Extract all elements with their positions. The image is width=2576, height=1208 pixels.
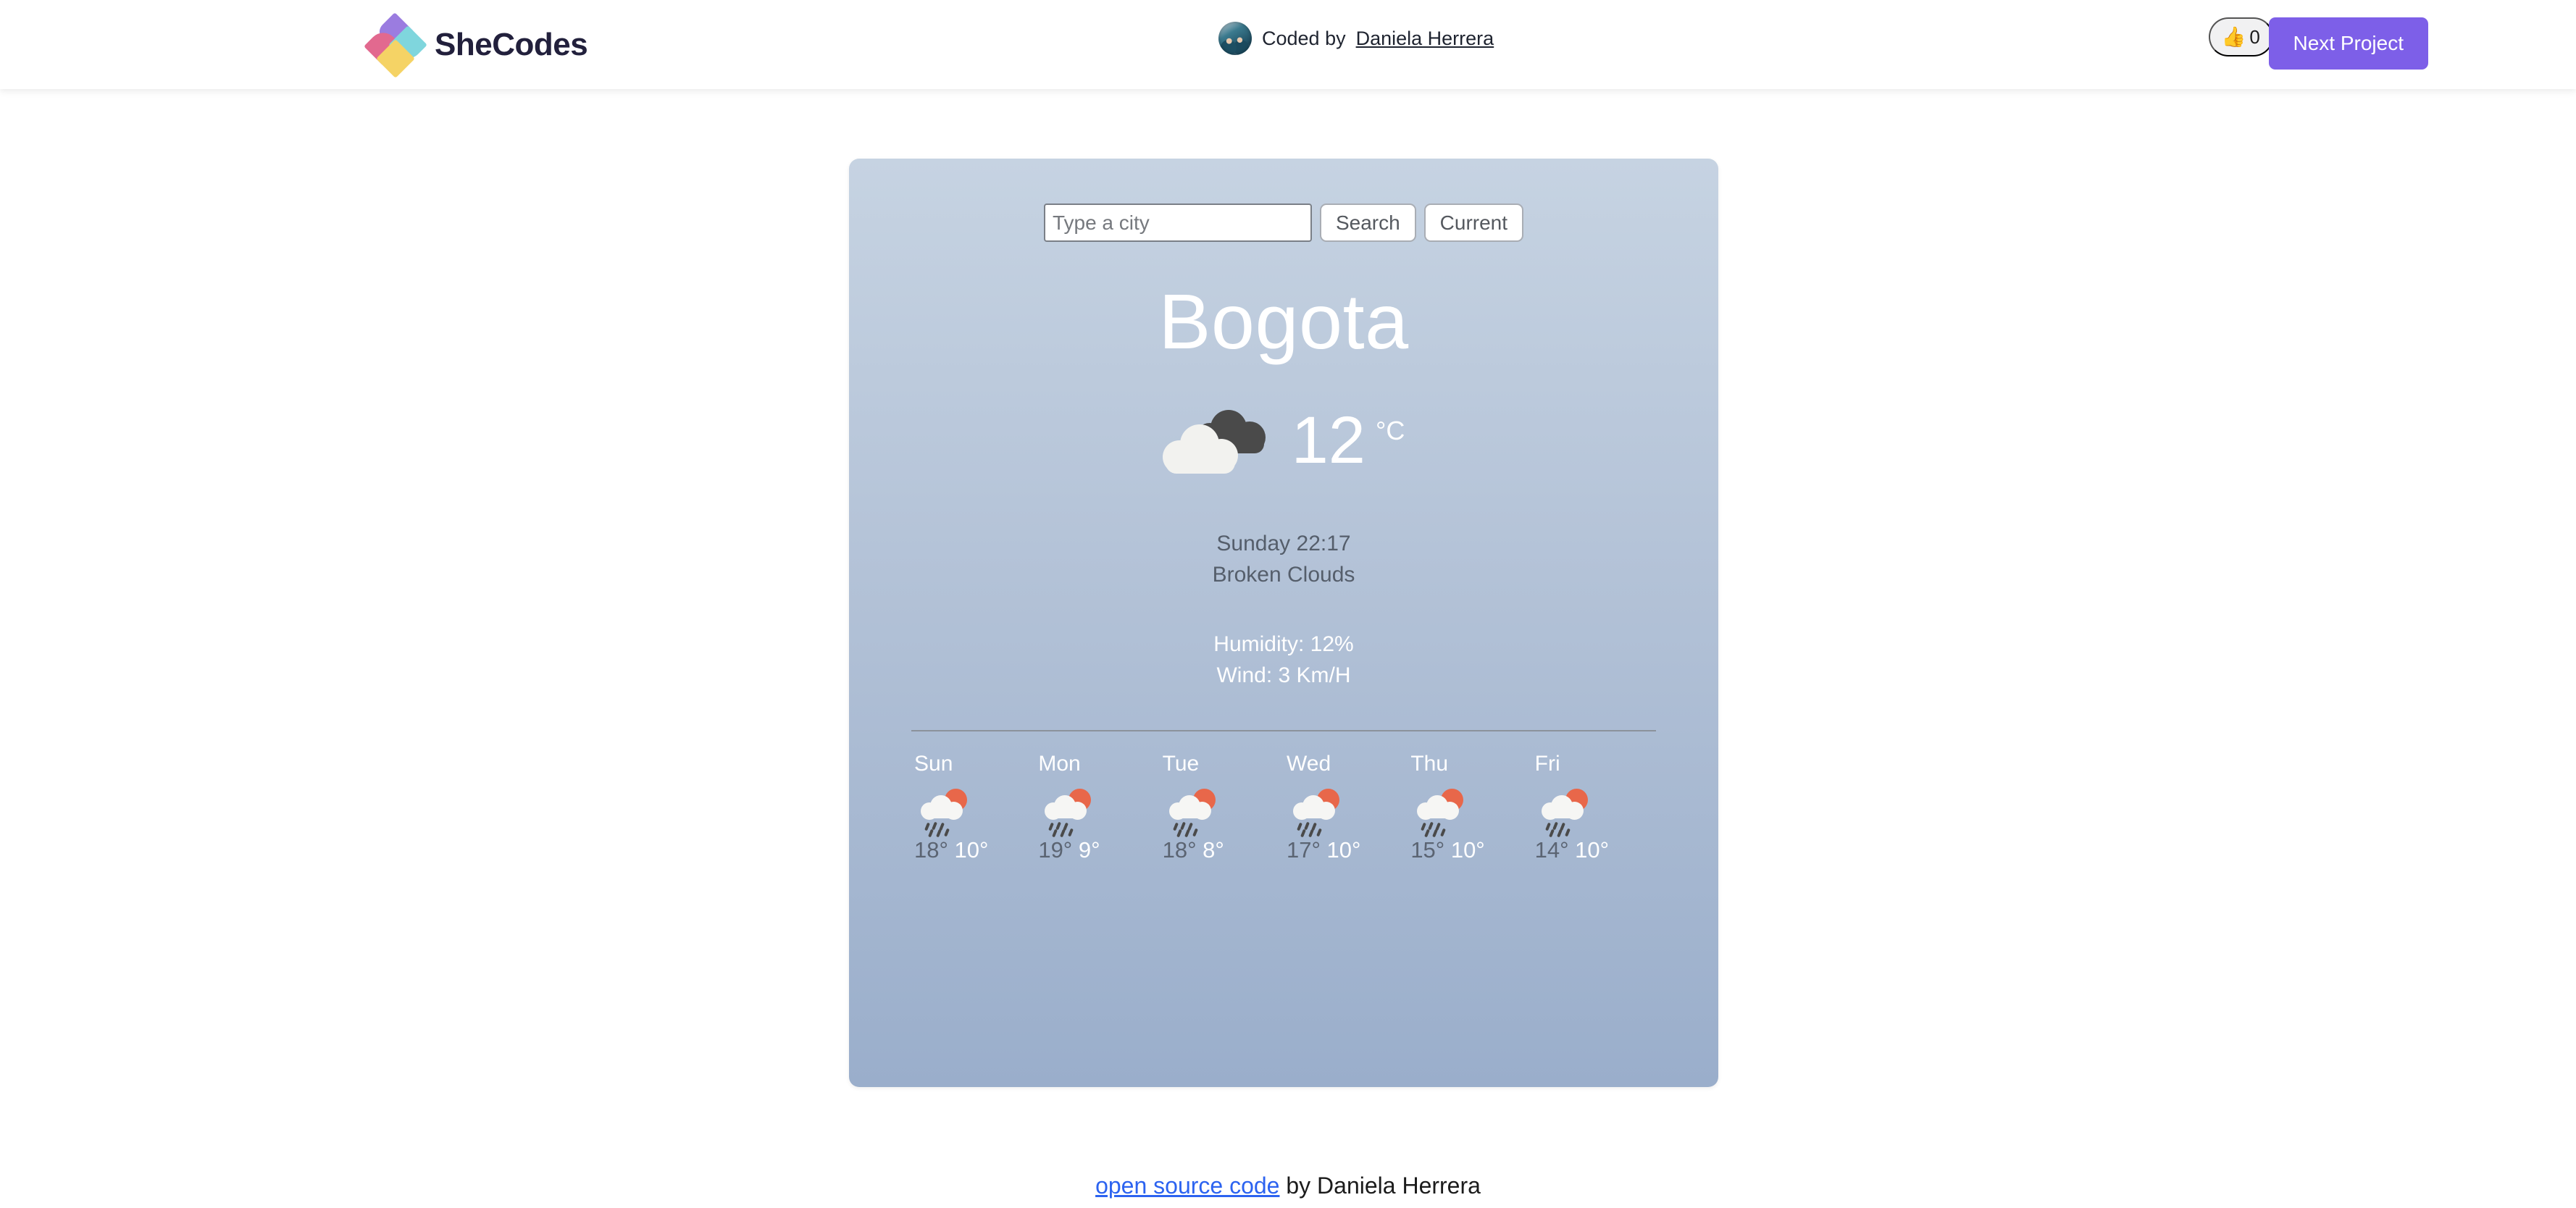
current-temperature: 12 (1291, 403, 1366, 477)
forecast-day-min: 10° (1450, 837, 1485, 863)
forecast-day-name: Fri (1534, 752, 1560, 776)
shecodes-logo-icon (364, 12, 427, 78)
search-button[interactable]: Search (1319, 204, 1416, 242)
forecast-day-max: 18° (914, 837, 948, 863)
current-description: Broken Clouds (1212, 562, 1355, 587)
coded-by-credit: Coded by Daniela Herrera (1218, 22, 1494, 55)
rain-with-sun-icon (1043, 788, 1097, 838)
forecast-day-name: Wed (1286, 752, 1331, 776)
rain-with-sun-icon (919, 788, 973, 838)
forecast-day: Mon 19° 9° (1035, 752, 1159, 863)
broken-clouds-icon (1162, 406, 1270, 475)
current-location-button[interactable]: Current (1423, 204, 1524, 242)
humidity-value: Humidity: 12% (1213, 632, 1354, 657)
reaction-thumbs-up-count: 0 (2249, 25, 2260, 48)
forecast-day-min: 10° (954, 837, 989, 863)
forecast-day-max: 18° (1162, 837, 1197, 863)
rain-with-sun-icon (1415, 788, 1469, 838)
current-datetime: Sunday 22:17 (1216, 532, 1351, 555)
forecast-day-min: 9° (1078, 837, 1100, 863)
page-footer: open source code by Daniela Herrera (0, 1173, 2576, 1199)
site-header: SheCodes Coded by Daniela Herrera 👍 0 🤩 … (0, 0, 2576, 89)
forecast-day-name: Mon (1038, 752, 1081, 776)
footer-suffix: by Daniela Herrera (1279, 1173, 1481, 1199)
city-name: Bogota (1158, 277, 1409, 365)
forecast-day-max: 15° (1410, 837, 1445, 863)
forecast-day: Tue 18° 8° (1160, 752, 1284, 863)
header-actions: 👍 0 🤩 0 ❤️ 0 Next Project (2208, 17, 2428, 70)
rain-with-sun-icon (1292, 788, 1345, 838)
open-source-code-link[interactable]: open source code (1095, 1173, 1279, 1199)
forecast-day-name: Tue (1162, 752, 1200, 776)
forecast-divider (911, 730, 1656, 732)
forecast-day-name: Thu (1410, 752, 1449, 776)
weather-card: Search Current Bogota 12 °C Sunday 22:17… (849, 159, 1718, 1087)
forecast-day-name: Sun (914, 752, 953, 776)
wind-value: Wind: 3 Km/H (1216, 663, 1351, 687)
temperature-unit: °C (1375, 416, 1405, 445)
current-weather-row: 12 °C (849, 406, 1718, 475)
shecodes-logo[interactable]: SheCodes (364, 10, 588, 80)
forecast-day-max: 14° (1534, 837, 1569, 863)
forecast-day-min: 10° (1575, 837, 1610, 863)
forecast-day-min: 10° (1326, 837, 1361, 863)
shecodes-logo-text: SheCodes (435, 27, 588, 62)
forecast-row: Sun 18° 10° Mon 19° 9° Tue 18° 8° Wed 17… (911, 752, 1656, 863)
rain-with-sun-icon (1168, 788, 1221, 838)
search-form: Search Current (849, 159, 1718, 242)
next-project-button[interactable]: Next Project (2268, 17, 2428, 70)
credit-author-link[interactable]: Daniela Herrera (1356, 28, 1494, 50)
forecast-day: Thu 15° 10° (1408, 752, 1531, 863)
avatar (1218, 22, 1252, 55)
forecast-day: Wed 17° 10° (1284, 752, 1408, 863)
page-main: Search Current Bogota 12 °C Sunday 22:17… (0, 89, 2576, 1208)
forecast-day: Sun 18° 10° (911, 752, 1035, 863)
current-details: Humidity: 12% Wind: 3 Km/H (849, 629, 1718, 691)
thumbs-up-icon: 👍 (2221, 25, 2246, 48)
forecast-day-min: 8° (1203, 837, 1224, 863)
rain-with-sun-icon (1540, 788, 1594, 838)
search-input[interactable] (1043, 204, 1312, 242)
credit-prefix: Coded by (1262, 27, 1346, 49)
forecast-day: Fri 14° 10° (1532, 752, 1656, 863)
current-conditions: Sunday 22:17 Broken Clouds (849, 529, 1718, 590)
forecast-day-max: 17° (1286, 837, 1321, 863)
reaction-thumbs-up-button[interactable]: 👍 0 (2208, 17, 2273, 56)
forecast-day-max: 19° (1038, 837, 1073, 863)
